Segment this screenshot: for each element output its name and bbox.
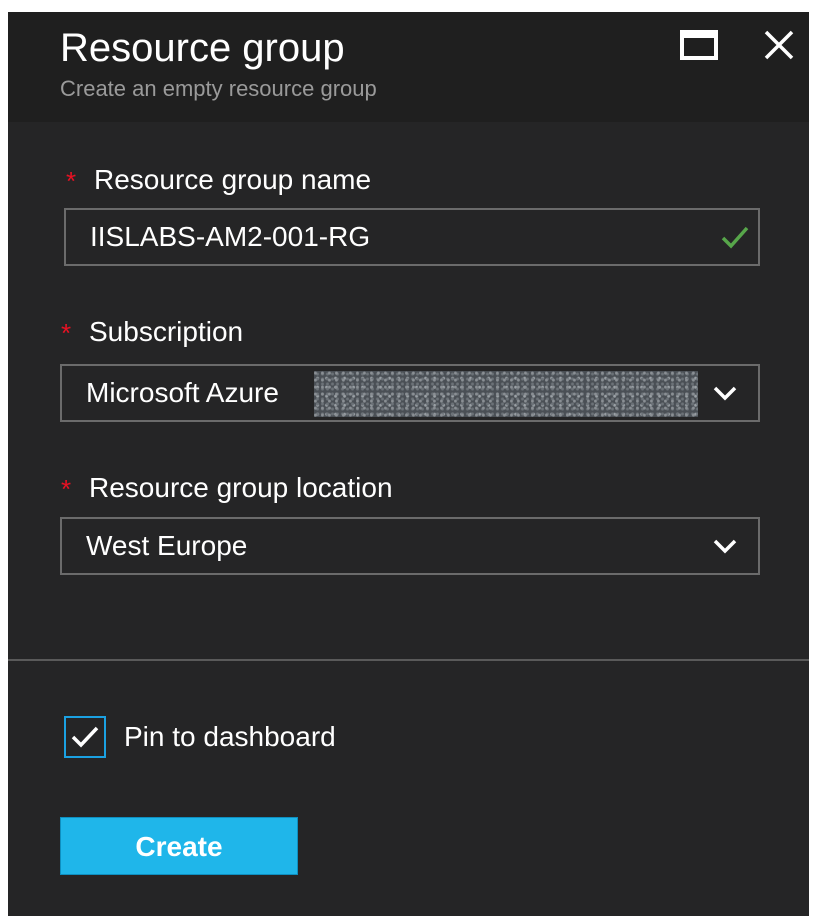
required-marker: *	[66, 166, 77, 196]
required-marker: *	[61, 474, 72, 504]
blade-subtitle: Create an empty resource group	[60, 76, 377, 101]
blade-header: Resource group Create an empty resource …	[8, 12, 809, 122]
subscription-select[interactable]: Microsoft Azure	[60, 364, 760, 422]
location-value: West Europe	[86, 530, 248, 561]
divider	[8, 659, 809, 661]
redacted-region	[314, 371, 698, 417]
subscription-label: Subscription	[89, 316, 244, 347]
resource-group-name-label: Resource group name	[94, 164, 372, 195]
resource-group-name-value: IISLABS-AM2-001-RG	[90, 221, 371, 252]
checkbox-checked-icon	[71, 726, 99, 748]
checkbox[interactable]	[64, 716, 106, 758]
required-marker: *	[61, 318, 72, 348]
maximize-icon	[680, 30, 718, 60]
create-button[interactable]: Create	[60, 817, 298, 875]
resource-group-name-input[interactable]: IISLABS-AM2-001-RG	[64, 208, 760, 266]
subscription-value: Microsoft Azure	[86, 377, 279, 408]
close-icon	[764, 30, 794, 60]
chevron-down-icon	[713, 386, 737, 401]
resource-group-location-select[interactable]: West Europe	[60, 517, 760, 575]
close-button[interactable]	[756, 22, 802, 68]
pin-to-dashboard-checkbox[interactable]: Pin to dashboard	[64, 714, 336, 760]
blade-title: Resource group	[60, 26, 345, 70]
resource-group-blade: Resource group Create an empty resource …	[8, 12, 809, 916]
checkmark-icon	[721, 226, 749, 249]
pin-to-dashboard-label: Pin to dashboard	[124, 721, 336, 752]
maximize-button[interactable]	[676, 22, 722, 68]
resource-group-location-label: Resource group location	[89, 472, 393, 503]
chevron-down-icon	[713, 539, 737, 554]
